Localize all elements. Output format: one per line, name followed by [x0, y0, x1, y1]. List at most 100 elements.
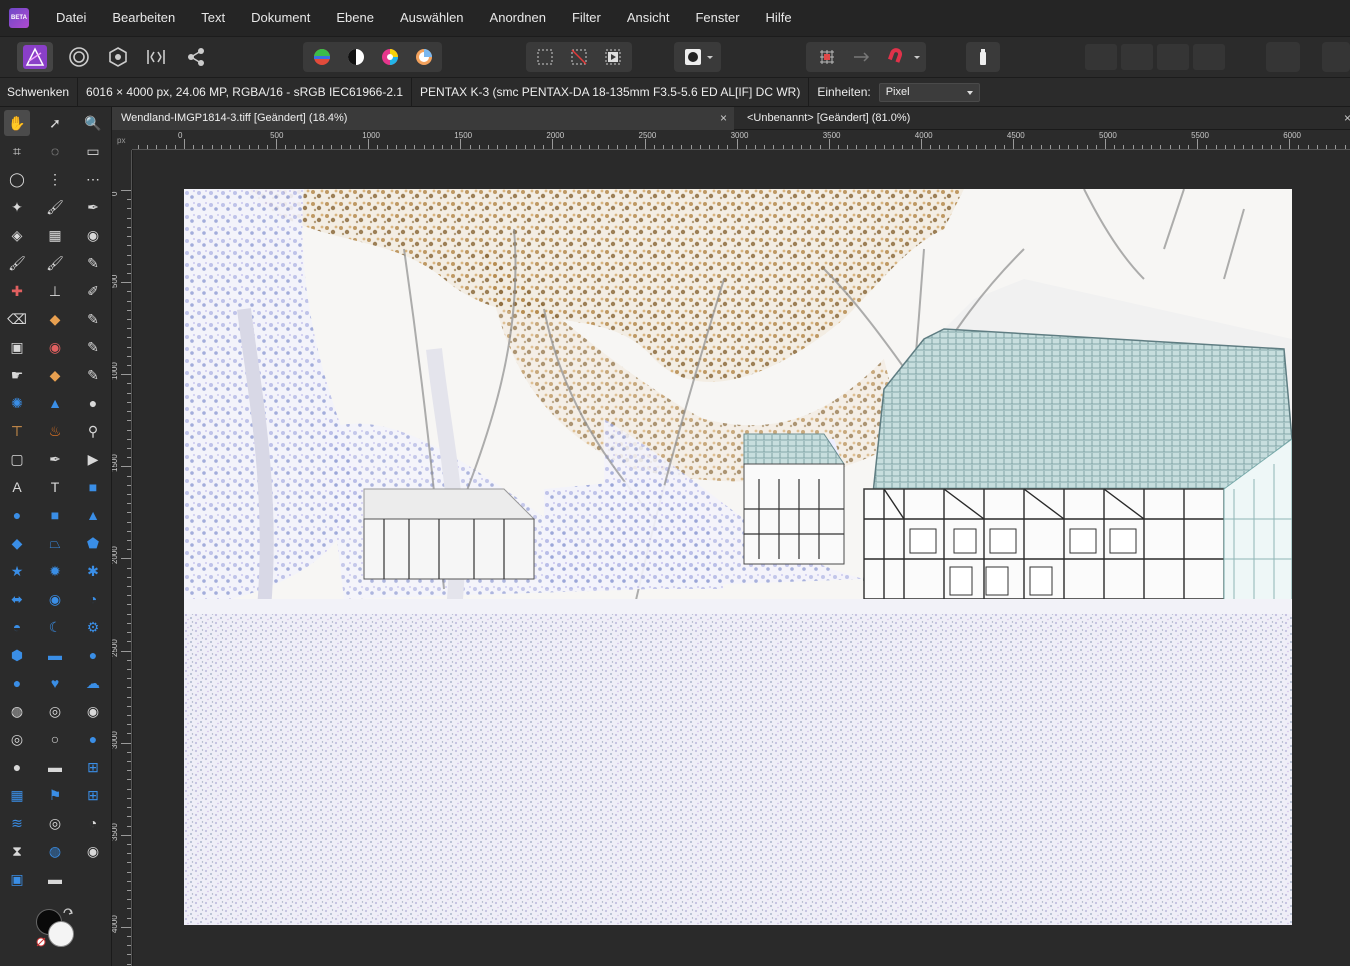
- diamond-icon[interactable]: ◆: [4, 530, 30, 556]
- dodge-icon[interactable]: ✺: [4, 390, 30, 416]
- tone-mapping-persona-button[interactable]: [141, 42, 171, 72]
- triangle-icon[interactable]: ▲: [80, 502, 106, 528]
- reset-colours-icon[interactable]: [36, 937, 46, 947]
- menu-ansicht[interactable]: Ansicht: [614, 0, 683, 36]
- wave-icon[interactable]: ≋: [4, 810, 30, 836]
- clone-stamp-icon[interactable]: ⊥: [42, 278, 68, 304]
- row-marquee-icon[interactable]: ⋯: [80, 166, 106, 192]
- erase-brush-icon[interactable]: ⌫: [4, 306, 30, 332]
- marquee-select-icon[interactable]: [530, 45, 560, 69]
- swap-colours-icon[interactable]: [62, 907, 74, 919]
- crop-icon[interactable]: ⌗: [4, 138, 30, 164]
- twirl-icon[interactable]: ◍: [4, 698, 30, 724]
- mixer-brush-icon[interactable]: ✎: [80, 334, 106, 360]
- menu-filter[interactable]: Filter: [559, 0, 614, 36]
- pixel-brush-icon[interactable]: ✎: [80, 250, 106, 276]
- frame-text-icon[interactable]: T: [42, 474, 68, 500]
- crescent-icon[interactable]: ☾: [42, 614, 68, 640]
- paint-brush-icon[interactable]: 🖌: [4, 250, 30, 276]
- hourglass-icon[interactable]: ⧗: [4, 838, 30, 864]
- cloud-icon[interactable]: ☁: [80, 670, 106, 696]
- frame-icon[interactable]: ▣: [4, 866, 30, 892]
- burst-icon[interactable]: ✹: [42, 558, 68, 584]
- export-persona-button[interactable]: [181, 42, 211, 72]
- sphere-icon[interactable]: ◉: [80, 698, 106, 724]
- blur-icon[interactable]: ●: [80, 390, 106, 416]
- colour-picker-icon[interactable]: ✒: [80, 194, 106, 220]
- hand-icon[interactable]: ✋: [4, 110, 30, 136]
- insert-behind-button[interactable]: [966, 42, 1000, 72]
- rounded-rect-icon[interactable]: ■: [42, 502, 68, 528]
- ellipse-marquee-icon[interactable]: ◯: [4, 166, 30, 192]
- healing-brush-icon[interactable]: ✚: [4, 278, 30, 304]
- app-logo[interactable]: BETA: [9, 8, 29, 28]
- assistant-icon[interactable]: [846, 45, 876, 69]
- flag-icon[interactable]: ⚑: [42, 782, 68, 808]
- magic-wand-icon[interactable]: ✦: [4, 194, 30, 220]
- menu-datei[interactable]: Datei: [43, 0, 99, 36]
- ellipse-shape-icon[interactable]: ●: [4, 502, 30, 528]
- document-tab-unbenannt[interactable]: <Unbenannt> [Geändert] (81.0%) ×: [738, 107, 1350, 130]
- double-arrow-icon[interactable]: ⬌: [4, 586, 30, 612]
- shadow-icon[interactable]: ▬: [42, 866, 68, 892]
- burn-icon[interactable]: ⊤: [4, 418, 30, 444]
- ripple-icon[interactable]: ◎: [4, 726, 30, 752]
- lens-icon[interactable]: ◉: [80, 838, 106, 864]
- artistic-text-icon[interactable]: A: [4, 474, 30, 500]
- globe-icon[interactable]: ◍: [42, 838, 68, 864]
- segment-icon[interactable]: ◓: [4, 614, 30, 640]
- selection-brush-icon[interactable]: 🖌: [42, 194, 68, 220]
- develop-persona-button[interactable]: [103, 42, 133, 72]
- rectangle-shape-icon[interactable]: ■: [80, 474, 106, 500]
- move-to-front-icon[interactable]: [1085, 44, 1117, 70]
- units-select[interactable]: Pixel: [878, 82, 980, 102]
- auto-contrast-icon[interactable]: [341, 45, 371, 69]
- smudge-icon[interactable]: ☛: [4, 362, 30, 388]
- invert-selection-icon[interactable]: [598, 45, 628, 69]
- vertical-ruler[interactable]: 0 500 1000 1500 2000 2500 3000 3500 4000: [112, 150, 132, 966]
- insert-icon[interactable]: [1322, 42, 1350, 72]
- droplet-icon[interactable]: ●: [80, 726, 106, 752]
- menu-fenster[interactable]: Fenster: [682, 0, 752, 36]
- flood-select-icon[interactable]: ◆: [42, 362, 68, 388]
- menu-anordnen[interactable]: Anordnen: [477, 0, 559, 36]
- menu-auswaehlen[interactable]: Auswählen: [387, 0, 477, 36]
- colour-wheel-icon[interactable]: ◉: [80, 222, 106, 248]
- mesh-warp-icon[interactable]: ▦: [4, 782, 30, 808]
- secondary-colour-swatch[interactable]: [48, 921, 74, 947]
- grid-snap-icon[interactable]: [812, 45, 842, 69]
- pinch-icon[interactable]: ◎: [42, 698, 68, 724]
- vector-crop-icon[interactable]: ▢: [4, 446, 30, 472]
- flood-fill-icon[interactable]: ◈: [4, 222, 30, 248]
- node-icon[interactable]: ▶: [80, 446, 106, 472]
- zoom-lens-icon[interactable]: ⚲: [80, 418, 106, 444]
- auto-colour-icon[interactable]: [375, 45, 405, 69]
- cog-shape-icon[interactable]: ✱: [80, 558, 106, 584]
- colour-swatches[interactable]: [34, 907, 78, 951]
- colour-replacement-icon[interactable]: 🖌: [42, 250, 68, 276]
- menu-dokument[interactable]: Dokument: [238, 0, 323, 36]
- menu-hilfe[interactable]: Hilfe: [753, 0, 805, 36]
- callout-ellipse-icon[interactable]: ●: [80, 642, 106, 668]
- menu-bearbeiten[interactable]: Bearbeiten: [99, 0, 188, 36]
- align-icon[interactable]: [1266, 42, 1300, 72]
- grid-warp-icon[interactable]: ⊞: [80, 782, 106, 808]
- snapping-magnet-icon[interactable]: [880, 45, 910, 69]
- pen-icon[interactable]: ✒: [42, 446, 68, 472]
- move-back-icon[interactable]: [1157, 44, 1189, 70]
- close-icon[interactable]: ×: [1344, 107, 1350, 130]
- undo-brush-icon[interactable]: ✐: [80, 278, 106, 304]
- levels-icon[interactable]: [307, 45, 337, 69]
- gear-icon[interactable]: ⚙: [80, 614, 106, 640]
- document-tab-wendland[interactable]: Wendland-IMGP1814-3.tiff [Geändert] (18.…: [112, 107, 734, 130]
- gradient-icon[interactable]: ▦: [42, 222, 68, 248]
- pentagon-icon[interactable]: ⬟: [80, 530, 106, 556]
- document-canvas[interactable]: [133, 150, 1350, 966]
- move-to-back-icon[interactable]: [1193, 44, 1225, 70]
- deselect-icon[interactable]: [564, 45, 594, 69]
- ring-icon[interactable]: ○: [42, 726, 68, 752]
- move-icon[interactable]: ➚: [42, 110, 68, 136]
- donut-icon[interactable]: ◉: [42, 586, 68, 612]
- inpainting-icon[interactable]: ▣: [4, 334, 30, 360]
- heart-icon[interactable]: ♥: [42, 670, 68, 696]
